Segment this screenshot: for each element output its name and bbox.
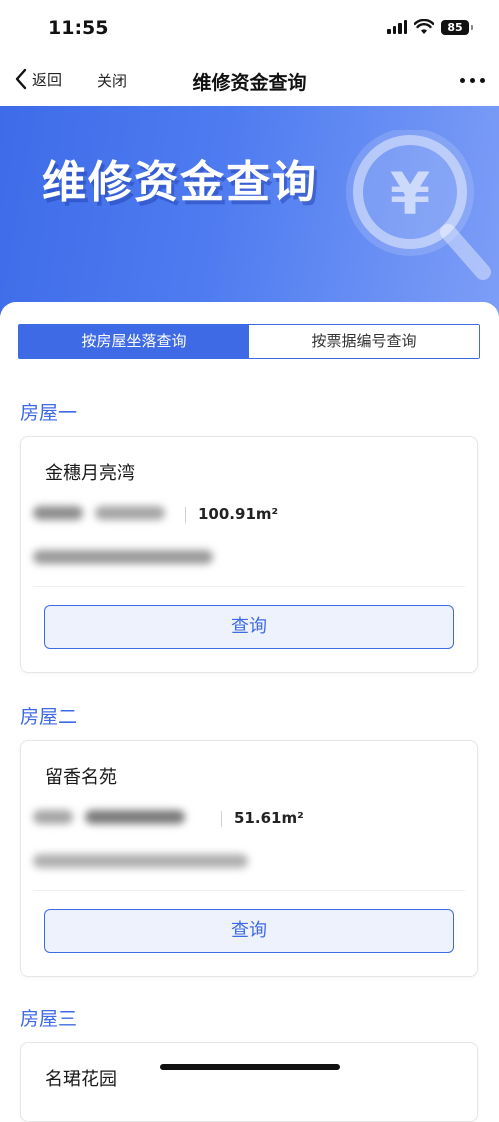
tab-by-location[interactable]: 按房屋坐落查询 (19, 325, 249, 358)
house-2-card: 留香名苑 51.61m² 查询 (20, 740, 478, 977)
house-1-area: 100.91m² (198, 505, 279, 523)
back-label: 返回 (32, 70, 63, 89)
house-2-query-button[interactable]: 查询 (44, 909, 454, 953)
close-button[interactable]: 关闭 (97, 70, 127, 91)
home-indicator (160, 1064, 340, 1070)
chevron-left-icon (15, 68, 27, 90)
house-3-section-label: 房屋三 (20, 1008, 78, 1030)
house-1-owner-redacted (33, 549, 213, 565)
back-button[interactable]: 返回 (14, 68, 62, 90)
house-1-section-label: 房屋一 (20, 402, 78, 424)
status-bar: 11:55 85 (0, 0, 499, 58)
house-1-query-button[interactable]: 查询 (44, 605, 454, 649)
page-title: 维修资金查询 (192, 72, 307, 94)
house-1-name: 金穗月亮湾 (45, 463, 135, 484)
nav-bar: 返回 关闭 维修资金查询 (0, 58, 499, 106)
signal-icon (387, 20, 407, 34)
house-1-card: 金穗月亮湾 100.91m² 查询 (20, 436, 478, 673)
house-1-address-redacted (33, 505, 165, 521)
tab-by-receipt-number[interactable]: 按票据编号查询 (249, 325, 479, 358)
query-mode-tabs: 按房屋坐落查询 按票据编号查询 (18, 324, 480, 359)
house-3-card: 名珺花园 (20, 1042, 478, 1122)
wifi-icon (414, 19, 434, 34)
yuan-search-icon: ¥ (346, 130, 491, 280)
more-menu-button[interactable] (460, 72, 485, 83)
house-2-owner-redacted (33, 853, 248, 869)
main-content: 按房屋坐落查询 按票据编号查询 房屋一 金穗月亮湾 100.91m² 查询 房屋… (0, 302, 499, 1122)
house-2-address-redacted (33, 809, 185, 825)
house-3-name: 名珺花园 (45, 1069, 117, 1090)
banner-title: 维修资金查询 (42, 157, 318, 208)
house-2-area: 51.61m² (234, 809, 304, 827)
house-2-section-label: 房屋二 (20, 706, 78, 728)
svg-text:¥: ¥ (390, 160, 430, 228)
banner: 维修资金查询 ¥ (0, 106, 499, 316)
status-icons: 85 (387, 19, 473, 35)
house-2-name: 留香名苑 (45, 767, 117, 788)
battery-icon: 85 (441, 19, 473, 35)
status-time: 11:55 (48, 17, 109, 39)
